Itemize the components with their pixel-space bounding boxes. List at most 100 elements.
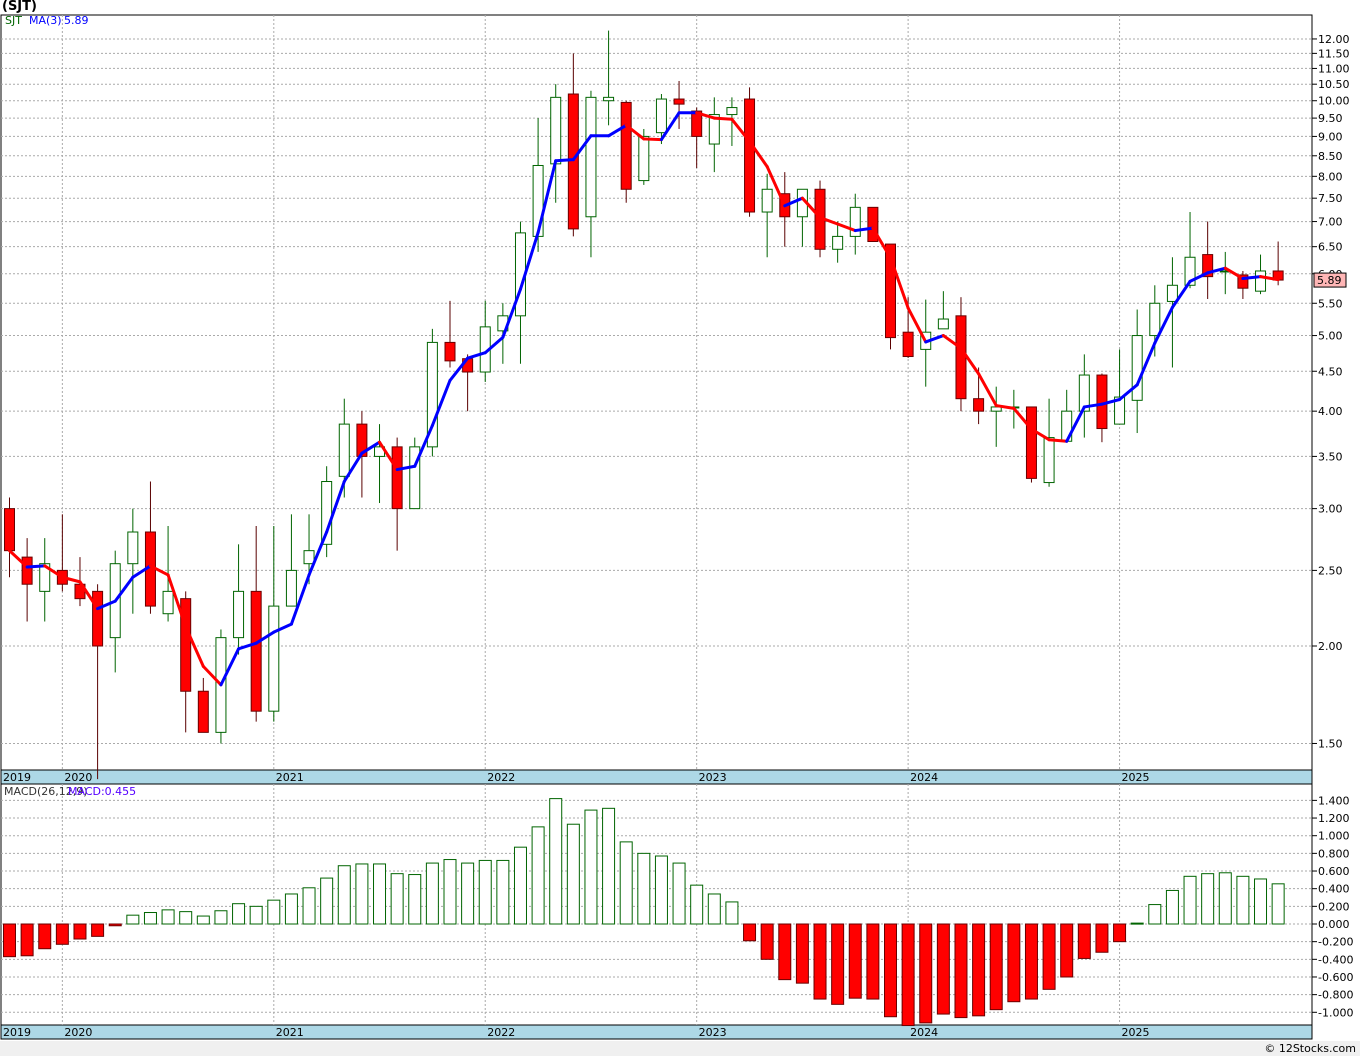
macd-bar [1183, 875, 1197, 925]
price-tick-label: 8.50 [1318, 150, 1343, 163]
candle-body [197, 690, 209, 733]
macd-bar [1148, 904, 1162, 925]
price-tick-label: 11.50 [1318, 47, 1350, 60]
macd-bar [901, 923, 915, 1027]
candle-body [391, 446, 403, 510]
year-label: 2020 [64, 1026, 92, 1039]
macd-tick-label: -0.200 [1318, 936, 1353, 949]
macd-bar [831, 923, 845, 1005]
year-label: 2023 [699, 1026, 727, 1039]
macd-bar [1130, 922, 1144, 925]
macd-bar [1254, 878, 1268, 925]
candle-body [620, 101, 632, 190]
legend-ma: MA(3) [29, 14, 62, 27]
macd-tick-label: -0.600 [1318, 971, 1353, 984]
macd-bar [55, 923, 69, 945]
year-label: 2021 [276, 771, 304, 784]
candle-body [603, 96, 615, 102]
macd-bar [337, 865, 351, 925]
macd-bar [1201, 873, 1215, 925]
macd-tick-label: -0.400 [1318, 953, 1353, 966]
price-tick-label: 6.50 [1318, 241, 1343, 254]
year-label: 2025 [1122, 1026, 1150, 1039]
price-tick-label: 11.00 [1318, 62, 1350, 75]
macd-bar [390, 873, 404, 925]
candle-body [567, 93, 579, 230]
candle-body [902, 331, 914, 358]
macd-tick-label: 1.400 [1318, 794, 1350, 807]
ma-line-segment [25, 564, 47, 569]
macd-bar [531, 826, 545, 925]
macd-bar [778, 923, 792, 981]
legend-ma-value: 5.89 [64, 14, 89, 27]
macd-bar [408, 874, 422, 925]
macd-bar [478, 859, 492, 925]
candle-body [4, 508, 15, 552]
macd-bar [707, 893, 721, 925]
macd-bar [1095, 923, 1109, 953]
candle-body [92, 590, 104, 647]
candle-body [550, 96, 562, 165]
macd-bar [461, 862, 475, 925]
candle-body [303, 550, 315, 565]
candle-body [532, 164, 544, 237]
ma-line-segment [1047, 438, 1069, 443]
last-price-label: 5.89 [1317, 274, 1342, 287]
macd-bar [1236, 875, 1250, 925]
price-tick-label: 10.50 [1318, 78, 1350, 91]
candle-body [744, 98, 756, 213]
ma-line-segment [554, 158, 575, 163]
macd-bar [1024, 923, 1038, 1000]
macd-bar [196, 915, 210, 925]
macd-tick-label: 0.600 [1318, 865, 1350, 878]
price-tick-label: 2.00 [1318, 640, 1343, 653]
macd-bar [214, 910, 228, 925]
year-label: 2022 [487, 771, 515, 784]
macd-bar [795, 923, 809, 984]
candle-body [726, 107, 738, 116]
price-tick-label: 5.00 [1318, 330, 1343, 343]
macd-bar [513, 846, 527, 925]
macd-bar [443, 859, 457, 925]
candle-body [638, 135, 650, 182]
ma-line-segment [1241, 275, 1263, 281]
date-band-top [0, 769, 1313, 785]
price-tick-label: 5.50 [1318, 297, 1343, 310]
macd-bar [302, 887, 316, 925]
macd-bar [690, 884, 704, 925]
macd-tick-label: 1.000 [1318, 830, 1350, 843]
candle-body [1025, 406, 1037, 479]
candle-body [673, 98, 685, 105]
candle-body [1166, 284, 1178, 302]
price-tick-label: 9.50 [1318, 112, 1343, 125]
macd-bar [91, 923, 105, 937]
macd-bar [355, 863, 369, 925]
candle-body [233, 590, 245, 639]
macd-bar [760, 923, 774, 960]
candle-body [250, 590, 262, 712]
macd-bar [813, 923, 827, 1000]
macd-bar [1077, 923, 1091, 959]
macd-bar [496, 859, 510, 925]
price-tick-label: 1.50 [1318, 737, 1343, 750]
macd-bar [1218, 872, 1232, 925]
macd-bar [161, 909, 175, 925]
macd-bar [20, 923, 34, 957]
candle-body [285, 569, 297, 607]
price-tick-label: 4.00 [1318, 405, 1343, 418]
macd-tick-label: 0.800 [1318, 847, 1350, 860]
candle-body [585, 96, 597, 218]
candle-body [1255, 270, 1267, 292]
macd-bar [884, 923, 897, 1018]
candle-body [21, 556, 33, 585]
macd-bar [108, 923, 122, 927]
year-label: 2022 [487, 1026, 515, 1039]
candle-body [162, 590, 174, 615]
candle-body [1149, 302, 1161, 337]
year-label: 2019 [3, 1026, 31, 1039]
year-label: 2021 [276, 1026, 304, 1039]
macd-bar [1042, 923, 1056, 990]
macd-bar [1060, 923, 1074, 978]
macd-bar [73, 923, 87, 940]
candle-body [655, 98, 667, 134]
